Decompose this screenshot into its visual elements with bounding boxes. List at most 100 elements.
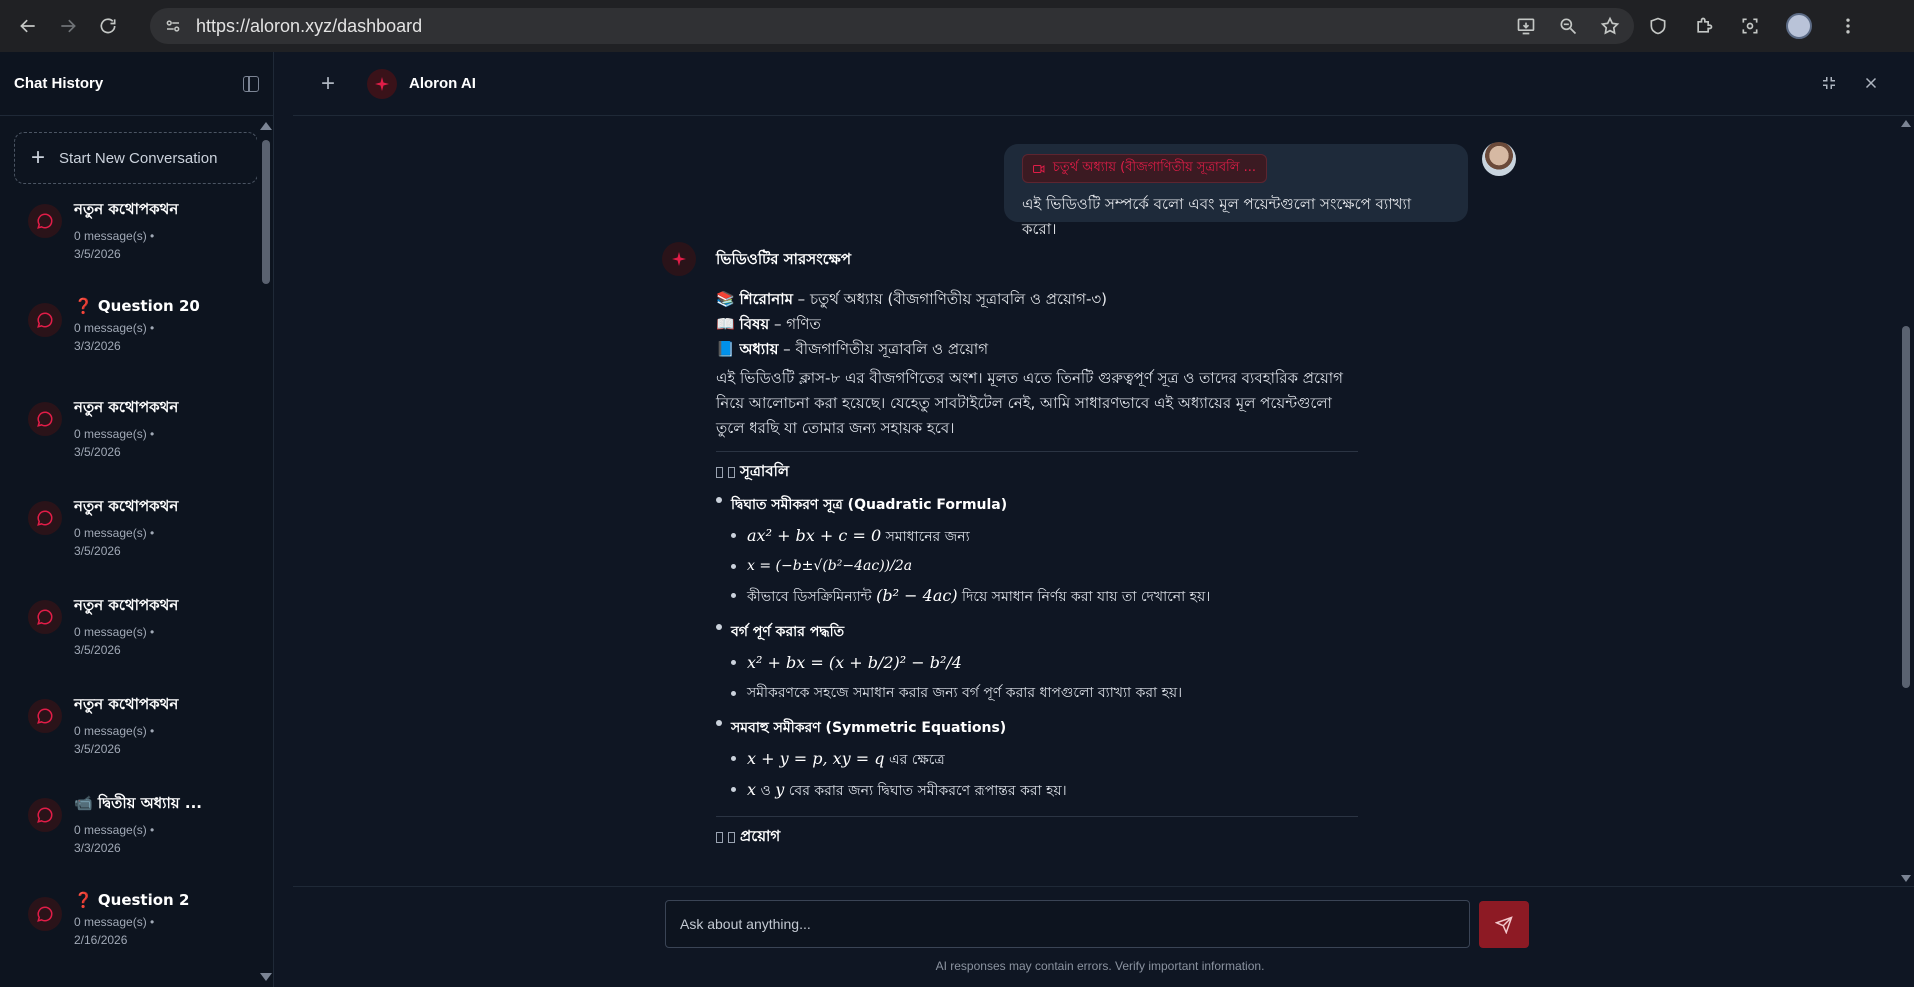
- scroll-up-arrow-icon[interactable]: [260, 122, 272, 130]
- reload-icon[interactable]: [88, 6, 128, 46]
- zoom-icon[interactable]: [1558, 16, 1578, 36]
- back-icon[interactable]: [8, 6, 48, 46]
- site-settings-icon[interactable]: [164, 17, 182, 35]
- conversation-count: 0 message(s) •: [74, 915, 155, 929]
- math-x: x: [747, 780, 757, 799]
- conversation-date: 3/5/2026: [74, 445, 121, 459]
- chat-history-sidebar: Chat History + Start New Conversation নত…: [0, 52, 274, 987]
- topic-complete-square: বর্গ পূর্ণ করার পদ্ধতি: [716, 620, 1358, 644]
- bullet: ax² + bx + c = 0 সমাধানের জন্য: [731, 521, 1358, 552]
- bullet-text: সমীকরণকে সহজে সমাধান করার জন্য বর্গ পূর্…: [747, 685, 1183, 701]
- start-new-conversation-button[interactable]: + Start New Conversation: [14, 132, 258, 184]
- bullet: x² + bx = (x + b/2)² − b²/4: [731, 648, 1358, 679]
- math-expression: x² + bx = (x + b/2)² − b²/4: [747, 653, 962, 672]
- info-chapter-line: 📘 অধ্যায় – বীজগাণিতীয় সূত্রাবলি ও প্রয…: [716, 337, 1358, 362]
- chat-bubble-icon: [28, 501, 62, 535]
- section-title: সূত্রাবলি: [740, 462, 790, 480]
- message-input[interactable]: [665, 900, 1470, 948]
- scrollbar-thumb[interactable]: [262, 140, 270, 284]
- sidebar-scrollbar[interactable]: [257, 116, 273, 987]
- info-value: – চতুর্থ অধ্যায় (বীজগাণিতীয় সূত্রাবলি …: [792, 290, 1108, 308]
- conversation-item[interactable]: নতুন কথোপকথন 0 message(s) • 3/5/2026: [0, 392, 274, 491]
- brand-name: Aloron AI: [409, 75, 476, 92]
- video-attachment-chip[interactable]: চতুর্থ অধ্যায় (বীজগাণিতীয় সূত্রাবলি ..…: [1022, 154, 1267, 183]
- bullet-text: বের করার জন্য দ্বিঘাত সমীকরণে রূপান্তর ক…: [784, 783, 1067, 799]
- info-value: – বীজগাণিতীয় সূত্রাবলি ও প্রয়োগ: [778, 340, 989, 358]
- conversation-list: নতুন কথোপকথন 0 message(s) • 3/5/2026 ❓ Que…: [0, 194, 274, 986]
- message-list: চতুর্থ অধ্যায় (বীজগাণিতীয় সূত্রাবলি ..…: [293, 116, 1898, 886]
- chat-bubble-icon: [28, 204, 62, 238]
- math-y: y: [775, 780, 785, 799]
- composer: AI responses may contain errors. Verify …: [293, 886, 1914, 987]
- info-title-line: 📚 শিরোনাম – চতুর্থ অধ্যায় (বীজগাণিতীয় …: [716, 287, 1358, 312]
- topic-title: বর্গ পূর্ণ করার পদ্ধতি: [731, 624, 845, 640]
- chat-bubble-icon: [28, 897, 62, 931]
- bookmark-star-icon[interactable]: [1600, 16, 1620, 36]
- bullet: সমীকরণকে সহজে সমাধান করার জন্য বর্গ পূর্…: [731, 679, 1358, 708]
- send-icon: [1495, 915, 1513, 934]
- summary-paragraph: এই ভিডিওটি ক্লাস-৮ এর বীজগণিতের অংশ। মূল…: [716, 369, 1343, 437]
- screenshot-icon[interactable]: [1740, 16, 1760, 36]
- disclaimer-text: AI responses may contain errors. Verify …: [935, 959, 1265, 973]
- new-conversation-label: Start New Conversation: [59, 149, 218, 167]
- missing-glyph-icon: [728, 467, 735, 478]
- shield-extension-icon[interactable]: [1648, 16, 1668, 36]
- menu-kebab-icon[interactable]: [1838, 16, 1858, 36]
- scroll-down-arrow-icon[interactable]: [1901, 875, 1911, 882]
- chat-bubble-icon: [28, 798, 62, 832]
- conversation-date: 3/3/2026: [74, 339, 121, 353]
- extensions-puzzle-icon[interactable]: [1694, 16, 1714, 36]
- sidebar-title: Chat History: [14, 75, 104, 92]
- conversation-title: নতুন কথোপকথন: [74, 398, 179, 416]
- sidebar-header: Chat History: [0, 52, 273, 116]
- bullet: x ও y বের করার জন্য দ্বিঘাত সমীকরণে রূপা…: [731, 775, 1358, 806]
- plus-icon: +: [31, 144, 46, 171]
- section-heading-application: প্রয়োগ: [716, 825, 1358, 850]
- chat-bubble-icon: [28, 303, 62, 337]
- scrollbar-thumb[interactable]: [1902, 326, 1910, 688]
- section-heading-formulas: সূত্রাবলি: [716, 460, 1358, 485]
- conversation-date: 2/16/2026: [74, 933, 128, 947]
- conversation-item[interactable]: নতুন কথোপকথন 0 message(s) • 3/5/2026: [0, 590, 274, 689]
- chat-panel: + Aloron AI চতুর্থ অধ্যায় (বীজগাণিতীয় …: [293, 52, 1914, 987]
- conversation-item[interactable]: নতুন কথোপকথন 0 message(s) • 3/5/2026: [0, 194, 274, 293]
- missing-glyph-icon: [716, 832, 723, 843]
- topic-quadratic: দ্বিঘাত সমীকরণ সূত্র (Quadratic Formula): [716, 493, 1358, 517]
- bullet: x + y = p, xy = q এর ক্ষেত্রে: [731, 744, 1358, 775]
- chat-scrollbar[interactable]: [1898, 116, 1914, 886]
- chat-header: + Aloron AI: [293, 52, 1914, 116]
- scroll-up-arrow-icon[interactable]: [1901, 120, 1911, 127]
- scroll-down-arrow-icon[interactable]: [260, 973, 272, 981]
- minimize-icon[interactable]: [1820, 74, 1838, 92]
- conversation-item[interactable]: ❓ Question 20 0 message(s) • 3/3/2026: [0, 293, 274, 392]
- profile-avatar[interactable]: [1786, 13, 1812, 39]
- brand-sparkle-icon: [367, 68, 397, 99]
- forward-icon[interactable]: [48, 6, 88, 46]
- missing-glyph-icon: [728, 832, 735, 843]
- conversation-count: 0 message(s) •: [74, 321, 155, 335]
- send-button[interactable]: [1479, 901, 1529, 948]
- books-emoji: 📚: [716, 290, 735, 308]
- math-expression: x + y = p, xy = q: [747, 749, 885, 768]
- conversation-item[interactable]: নতুন কথোপকথন 0 message(s) • 3/5/2026: [0, 689, 274, 788]
- conversation-list-area: + Start New Conversation নতুন কথোপকথন 0 m…: [0, 116, 274, 987]
- install-app-icon[interactable]: [1516, 16, 1536, 36]
- url-text[interactable]: https://aloron.xyz/dashboard: [196, 16, 422, 37]
- address-bar[interactable]: https://aloron.xyz/dashboard: [150, 8, 1634, 44]
- collapse-sidebar-icon[interactable]: [243, 75, 259, 92]
- conversation-item[interactable]: 📹 দ্বিতীয় অধ্যায় ... 0 message(s) • 3/3/…: [0, 788, 274, 887]
- new-chat-plus-icon[interactable]: +: [321, 70, 341, 98]
- conversation-date: 3/5/2026: [74, 247, 121, 261]
- conversation-item[interactable]: ❓ Question 2 0 message(s) • 2/16/2026: [0, 887, 274, 986]
- user-message: চতুর্থ অধ্যায় (বীজগাণিতীয় সূত্রাবলি ..…: [1004, 144, 1468, 238]
- ai-message: ভিডিওটির সারসংক্ষেপ 📚 শিরোনাম – চতুর্থ অ…: [716, 248, 1358, 858]
- missing-glyph-icon: [716, 467, 723, 478]
- ai-message-heading: ভিডিওটির সারসংক্ষেপ: [716, 250, 852, 268]
- conversation-count: 0 message(s) •: [74, 823, 155, 837]
- conversation-date: 3/5/2026: [74, 643, 121, 657]
- conversation-item[interactable]: নতুন কথোপকথন 0 message(s) • 3/5/2026: [0, 491, 274, 590]
- info-subject-line: 📖 বিষয় – গণিত: [716, 312, 1358, 337]
- close-icon[interactable]: [1862, 74, 1880, 92]
- video-icon: [1033, 164, 1045, 173]
- chat-bubble-icon: [28, 699, 62, 733]
